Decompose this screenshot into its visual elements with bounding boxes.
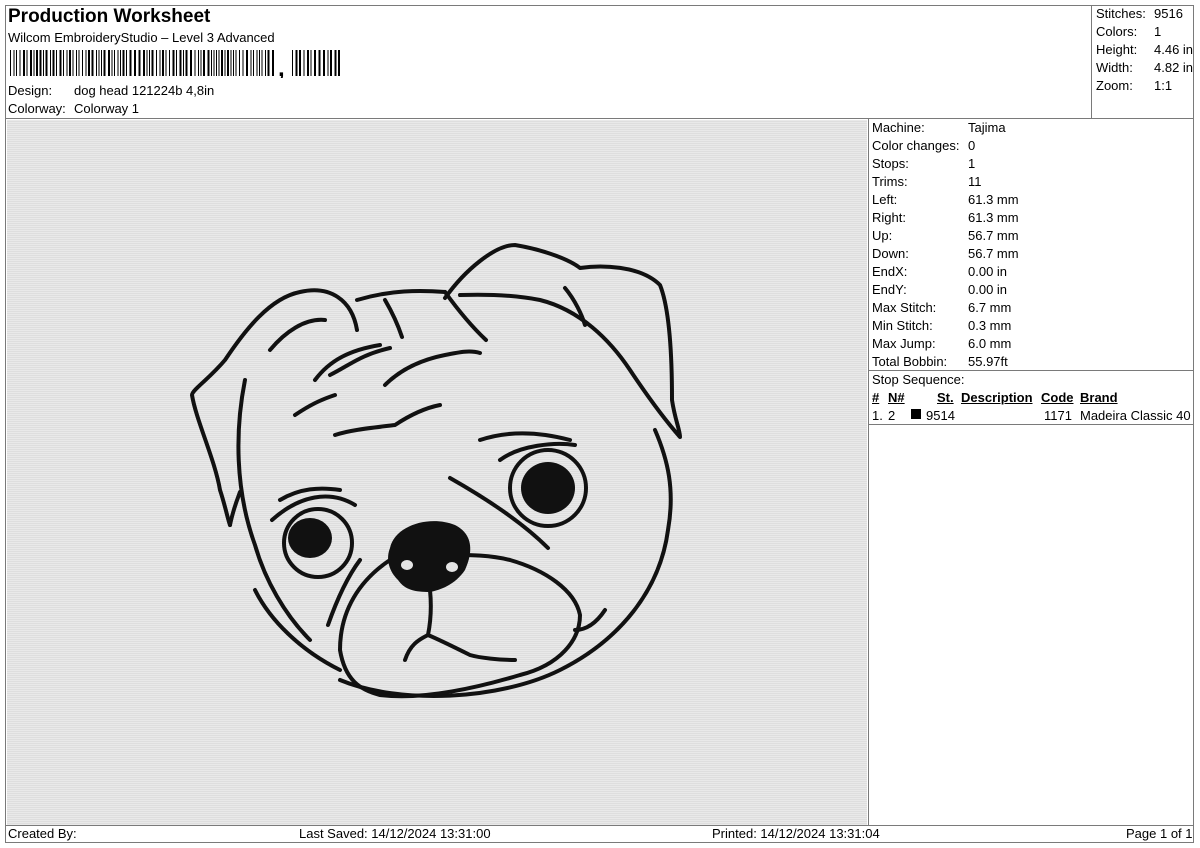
summary-box: Stitches: 9516 Colors: 1 Height: 4.46 in Wi…: [1091, 5, 1195, 118]
header-divider: [5, 118, 1194, 119]
barcode-suffix: ,: [278, 55, 285, 78]
barcode: ,: [10, 50, 340, 78]
colorway-label: Colorway:: [8, 101, 66, 116]
header: Production Worksheet Wilcom EmbroiderySt…: [8, 6, 275, 46]
footer-printed: Printed: 14/12/2024 13:31:04: [712, 826, 880, 841]
thread-color-swatch: [911, 409, 921, 419]
colorway-row: Colorway: Colorway 1: [8, 101, 139, 117]
info-trims: Trims: 11: [872, 174, 982, 189]
info-left: Left: 61.3 mm: [872, 192, 1019, 207]
stop-sequence-divider: [869, 370, 1194, 371]
info-total-bobbin: Total Bobbin: 55.97ft: [872, 354, 1008, 369]
summary-stitches: Stitches: 9516: [1096, 6, 1183, 21]
panel-divider: [868, 119, 869, 825]
info-max-jump: Max Jump: 6.0 mm: [872, 336, 1012, 351]
col-header-code: Code: [1041, 390, 1074, 405]
row-stitches: 9514: [926, 408, 955, 423]
info-right: Right: 61.3 mm: [872, 210, 1019, 225]
summary-zoom: Zoom: 1:1: [1096, 78, 1173, 93]
footer-divider: [5, 825, 1194, 826]
page-title: Production Worksheet: [8, 6, 211, 27]
design-row: Design: dog head 121224b 4,8in: [8, 83, 214, 99]
col-header-n: N#: [888, 390, 905, 405]
info-stops: Stops: 1: [872, 156, 976, 171]
info-endy: EndY: 0.00 in: [872, 282, 1008, 297]
pug-dog-head-icon: [190, 243, 682, 699]
info-up: Up: 56.7 mm: [872, 228, 1019, 243]
info-max-stitch: Max Stitch: 6.7 mm: [872, 300, 1012, 315]
row-num: 1.: [872, 408, 883, 423]
footer-last-saved: Last Saved: 14/12/2024 13:31:00: [299, 826, 491, 841]
info-min-stitch: Min Stitch: 0.3 mm: [872, 318, 1012, 333]
info-color-changes: Color changes: 0: [872, 138, 976, 153]
summary-width: Width: 4.82 in: [1096, 60, 1194, 75]
design-label: Design:: [8, 83, 53, 98]
col-header-num: #: [872, 390, 880, 405]
col-header-brand: Brand: [1080, 390, 1118, 405]
info-down: Down: 56.7 mm: [872, 246, 1019, 261]
row-code: 1171: [1044, 408, 1072, 423]
table-bottom-divider: [869, 424, 1194, 425]
summary-colors: Colors: 1: [1096, 24, 1162, 39]
design-preview: [7, 120, 867, 825]
col-header-description: Description: [961, 390, 1033, 405]
software-name: Wilcom EmbroideryStudio – Level 3 Advanc…: [8, 30, 275, 45]
design-value: dog head 121224b 4,8in: [74, 83, 215, 98]
row-n: 2: [888, 408, 896, 423]
col-header-st: St.: [937, 390, 954, 405]
footer-page: Page 1 of 1: [1126, 826, 1193, 841]
footer-created-by: Created By:: [8, 826, 77, 841]
colorway-value: Colorway 1: [74, 101, 140, 116]
info-machine: Machine: Tajima: [872, 120, 1006, 135]
info-endx: EndX: 0.00 in: [872, 264, 1008, 279]
summary-height: Height: 4.46 in: [1096, 42, 1194, 57]
stop-sequence-label: Stop Sequence:: [872, 372, 965, 387]
row-brand: Madeira Classic 40: [1080, 408, 1191, 423]
